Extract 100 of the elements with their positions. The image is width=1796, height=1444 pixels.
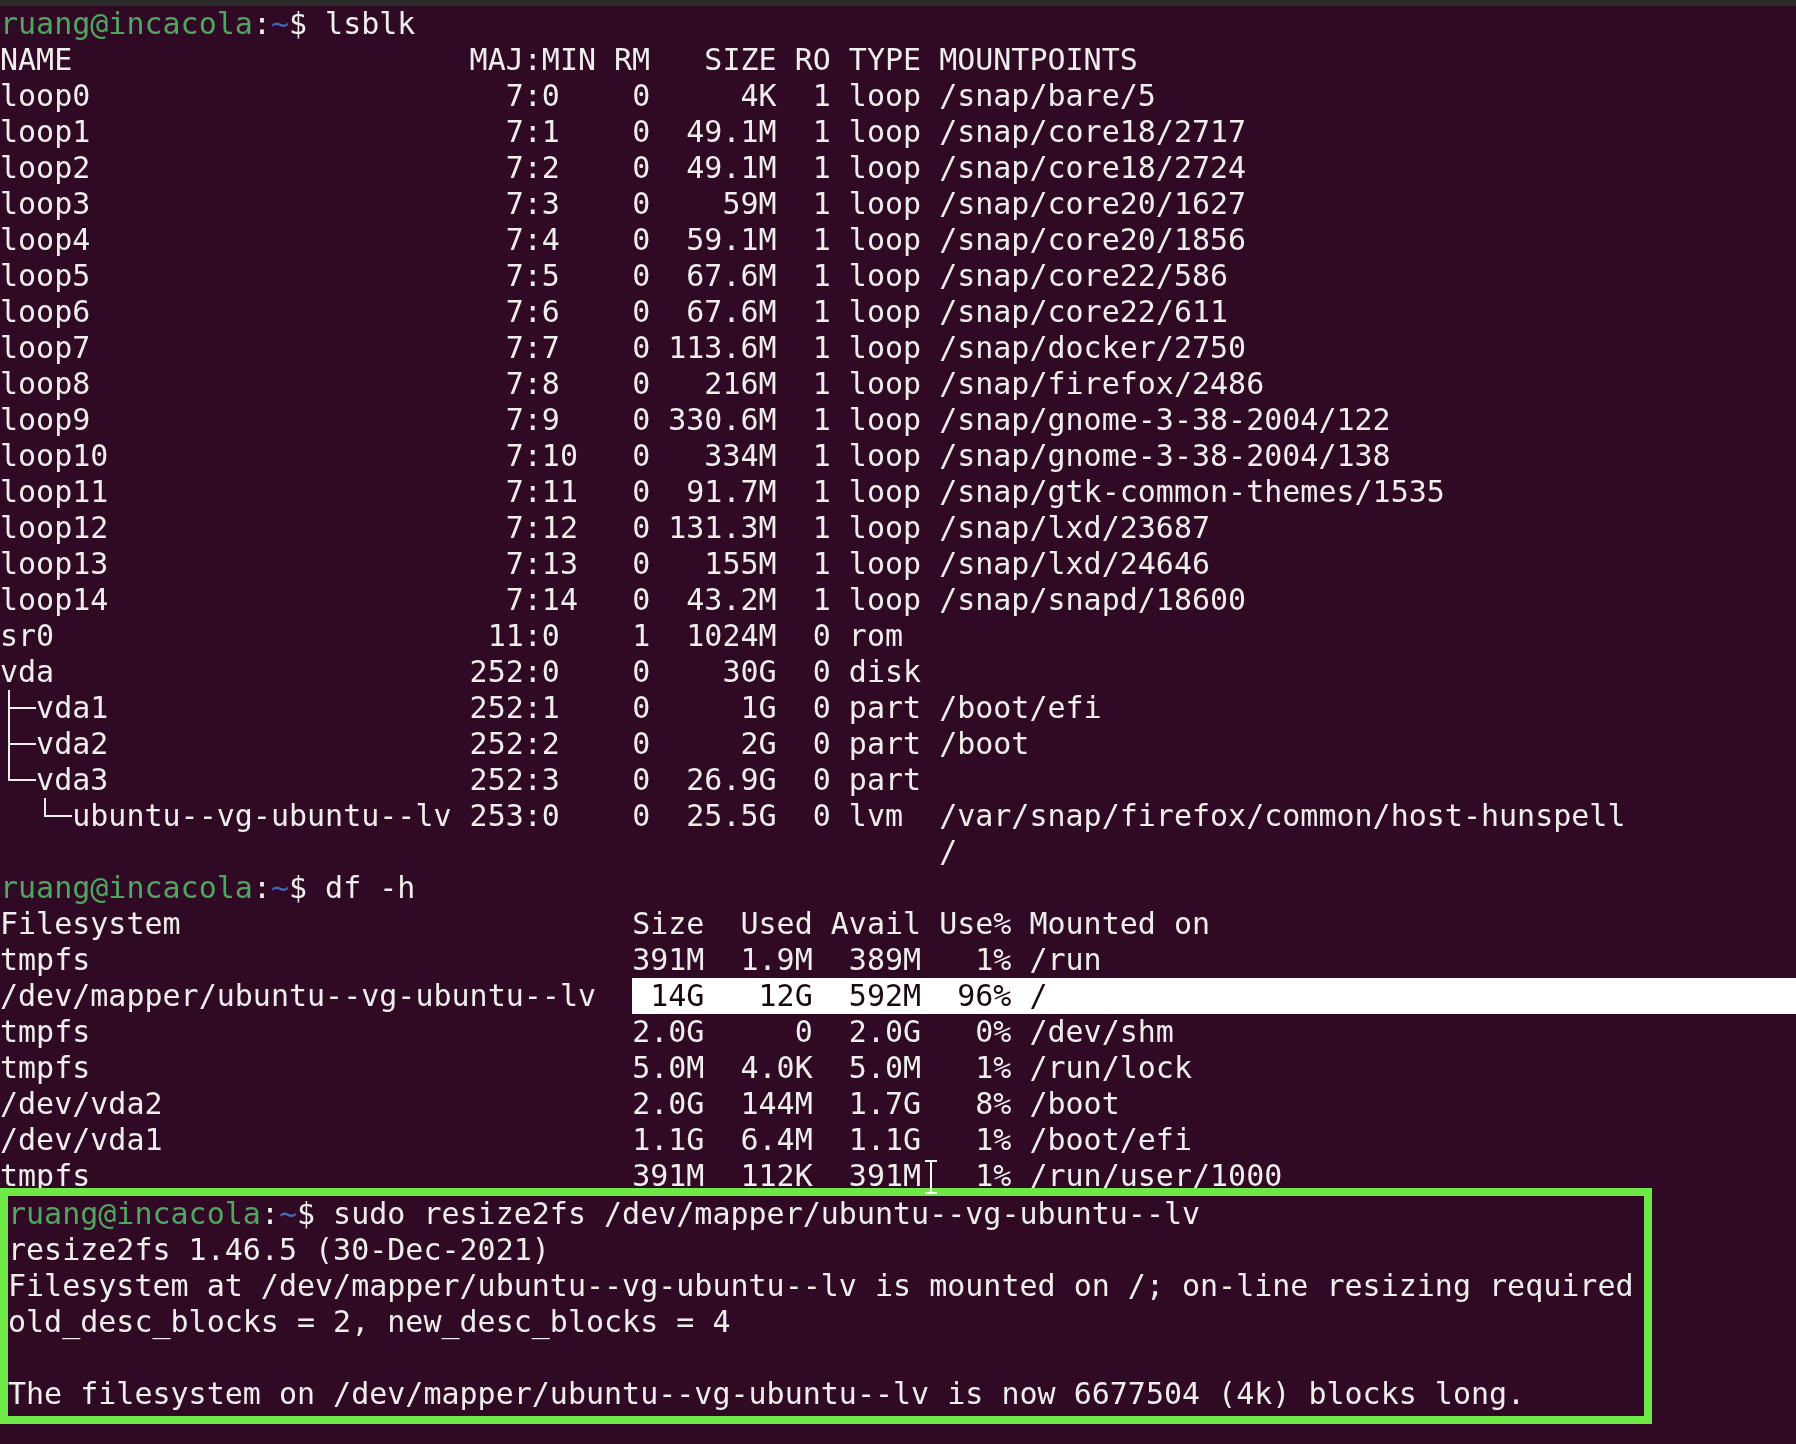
column-header: Mounted on (1029, 906, 1211, 941)
table-cell: 1 (812, 474, 831, 509)
table-cell: 0 (632, 222, 651, 257)
table-cell: 1 (812, 150, 831, 185)
table-cell: 0 (812, 618, 831, 653)
table-cell: tmpfs (0, 942, 91, 977)
table-cell: /snap/gnome-3-38-2004/122 (939, 402, 1391, 437)
table-cell: 1% (975, 1050, 1012, 1085)
table-cell: loop (848, 150, 922, 185)
table-cell: loop (848, 78, 922, 113)
table-cell: 7:11 (505, 474, 578, 509)
table-cell: / (939, 834, 958, 870)
user-host-label: ruang@incacola (0, 870, 253, 906)
table-cell: 252:1 (469, 690, 560, 725)
tree-branch-line (8, 690, 36, 726)
tree-branch-line (44, 798, 73, 817)
column-header: RM (614, 42, 651, 77)
table-cell: /snap/core20/1856 (939, 222, 1247, 257)
table-cell: loop0 (0, 78, 91, 114)
table-cell: loop13 (0, 546, 109, 582)
column-header: MAJ:MIN (469, 42, 597, 77)
table-cell: loop11 (0, 474, 109, 510)
table-cell: 1 (812, 582, 831, 617)
table-cell: 1% (975, 1122, 1012, 1157)
table-cell: /run/user/1000 (1029, 1158, 1283, 1193)
table-cell: 0 (632, 258, 651, 293)
table-cell: 131.3M (668, 510, 777, 545)
table-cell: disk (848, 654, 922, 689)
table-cell: loop (848, 582, 922, 617)
table-cell: vda (0, 654, 55, 690)
table-cell: lvm (848, 798, 903, 833)
table-cell: /boot/efi (939, 690, 1102, 725)
command-text: df -h (325, 870, 416, 906)
table-cell: 0 (632, 546, 651, 581)
table-cell: 0 (632, 330, 651, 365)
table-cell: loop3 (0, 186, 91, 222)
table-cell: /snap/bare/5 (939, 78, 1156, 113)
prompt-path: ~ (278, 1196, 297, 1232)
table-cell: 1 (812, 546, 831, 581)
prompt-symbol: $ (289, 6, 308, 42)
table-cell: loop4 (0, 222, 91, 258)
table-cell: / (1029, 978, 1048, 1013)
table-cell: 1% (975, 942, 1012, 977)
table-cell: 67.6M (686, 294, 777, 329)
table-cell: 0 (632, 186, 651, 221)
output-line: The filesystem on /dev/mapper/ubuntu--vg-ubuntu--lv is now 6677504 (4k) blocks long. (8, 1376, 1526, 1412)
table-cell: 0 (632, 294, 651, 329)
column-header: Used (740, 906, 813, 941)
table-cell: 0 (632, 690, 651, 725)
prompt-separator: : (260, 1196, 279, 1232)
table-cell: 1G (740, 690, 777, 725)
table-cell: 7:1 (505, 114, 560, 149)
table-cell: loop5 (0, 258, 91, 294)
table-cell: 7:0 (505, 78, 560, 113)
prompt-path: ~ (270, 870, 289, 906)
table-cell: loop6 (0, 294, 91, 330)
table-cell: loop (848, 294, 922, 329)
table-cell: 1024M (686, 618, 777, 653)
table-cell: 7:5 (505, 258, 560, 293)
table-cell: 0 (632, 402, 651, 437)
column-header: Size (632, 906, 705, 941)
table-cell: 252:3 (469, 762, 560, 797)
table-cell: /run/lock (1029, 1050, 1192, 1085)
table-cell: 0 (812, 798, 831, 833)
table-cell: 0 (632, 474, 651, 509)
table-cell: /snap/gnome-3-38-2004/138 (939, 438, 1391, 473)
table-cell: 5.0M (632, 1050, 705, 1085)
table-cell: 2G (740, 726, 777, 761)
table-cell: 26.9G (686, 762, 777, 797)
table-cell: loop (848, 114, 922, 149)
table-cell: loop9 (0, 402, 91, 438)
table-cell: loop (848, 258, 922, 293)
table-cell: 0 (794, 1014, 813, 1049)
table-cell: 0 (632, 762, 651, 797)
table-cell: 6.4M (740, 1122, 813, 1157)
table-cell: 1 (812, 510, 831, 545)
column-header: NAME (0, 42, 73, 77)
table-cell: loop (848, 366, 922, 401)
table-cell: 59M (722, 186, 777, 221)
table-cell: /snap/core22/611 (939, 294, 1229, 329)
table-cell: 389M (848, 942, 922, 977)
table-cell: 12G (758, 978, 813, 1013)
table-cell: loop (848, 510, 922, 545)
table-cell: 113.6M (668, 330, 777, 365)
table-cell: loop (848, 438, 922, 473)
table-cell: tmpfs (0, 1158, 91, 1193)
table-cell: 43.2M (686, 582, 777, 617)
table-cell: 252:2 (469, 726, 560, 761)
table-cell: 0 (632, 150, 651, 185)
user-host-label: ruang@incacola (8, 1196, 261, 1232)
table-cell: /snap/gtk-common-themes/1535 (939, 474, 1445, 509)
table-cell: 0 (632, 654, 651, 689)
table-cell: /dev/mapper/ubuntu--vg-ubuntu--lv (0, 978, 597, 1013)
column-header: Use% (939, 906, 1012, 941)
table-cell: tmpfs (0, 1014, 91, 1049)
table-cell: 25.5G (686, 798, 777, 833)
table-cell: 0 (812, 726, 831, 761)
table-cell: 1.9M (740, 942, 813, 977)
table-cell: 7:14 (505, 582, 578, 617)
output-line: Filesystem at /dev/mapper/ubuntu--vg-ubuntu--lv is mounted on /; on-line resizing required (8, 1268, 1634, 1304)
